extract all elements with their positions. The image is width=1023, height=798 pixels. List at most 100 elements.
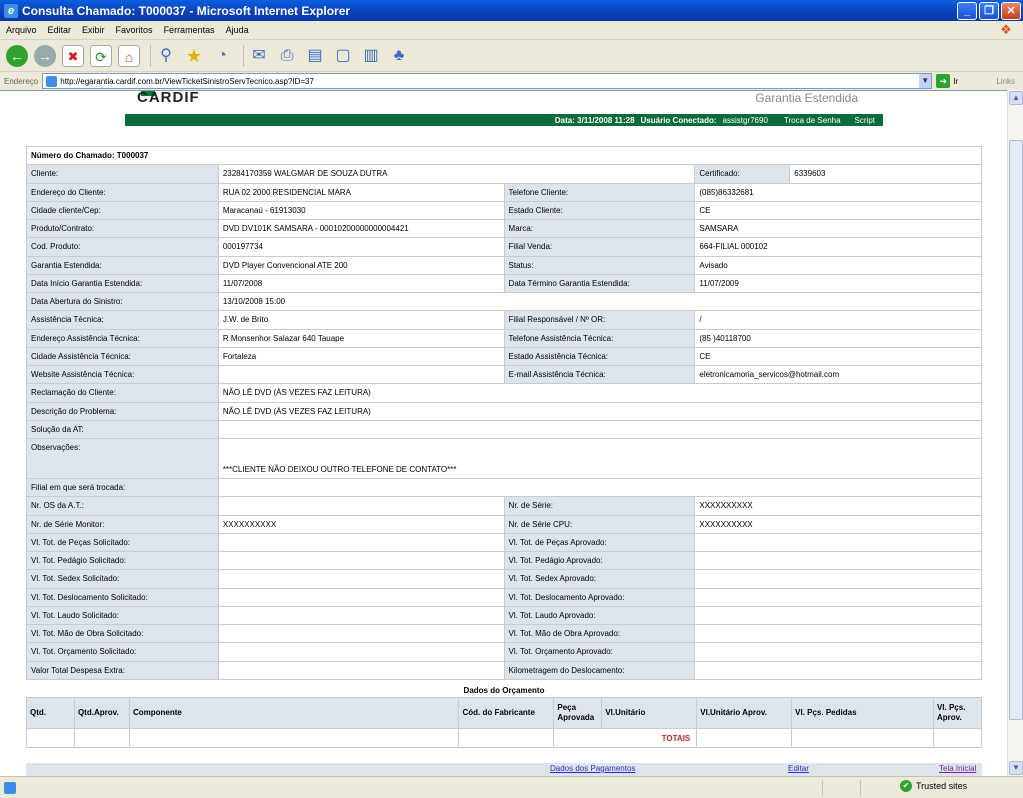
address-url[interactable]: http://egarantia.cardif.com.br/ViewTicke… xyxy=(60,77,919,86)
field-value: Fortaleza xyxy=(217,346,505,367)
field-value xyxy=(694,587,982,607)
field-label: Endereço Assistência Técnica: xyxy=(26,328,219,348)
menu-exibir[interactable]: Exibir xyxy=(82,25,105,35)
field-label: Nr. de Série: xyxy=(503,496,696,516)
forward-icon[interactable]: → xyxy=(34,44,56,67)
discuss-icon[interactable]: ▢ xyxy=(332,45,354,67)
close-button[interactable]: ✕ xyxy=(1001,1,1021,20)
field-label: Kilometragem do Deslocamento: xyxy=(503,660,696,680)
field-label: Vl. Tot. Mão de Obra Aprovado: xyxy=(503,623,696,644)
field-value: 11/07/2008 xyxy=(217,273,505,294)
field-value xyxy=(694,532,982,553)
go-arrow-icon[interactable]: ➜ xyxy=(936,74,951,88)
field-label: E-mail Assistência Técnica: xyxy=(503,364,696,385)
home-link[interactable]: Tela Inicial xyxy=(939,764,976,773)
scroll-down-icon[interactable]: ▼ xyxy=(1009,761,1023,775)
field-label: Estado Assistência Técnica: xyxy=(503,346,696,367)
ticket-row: Nr. de Série Monitor: XXXXXXXXXX Nr. de Sé… xyxy=(26,514,982,534)
budget-title: Dados do Orçamento xyxy=(463,686,545,695)
maximize-button[interactable]: ❐ xyxy=(979,1,999,20)
title-bar: e Consulta Chamado: T000037 - Microsoft … xyxy=(0,0,1023,21)
field-value xyxy=(217,660,505,680)
field-value xyxy=(217,496,505,516)
budget-cell xyxy=(26,728,75,748)
field-value: XXXXXXXXXX xyxy=(694,514,982,534)
connected-user-label: Usuário Conectado: xyxy=(640,115,717,125)
field-label: Nr. de Série Monitor: xyxy=(26,514,219,534)
ticket-row: Valor Total Despesa Extra: Kilometragem d… xyxy=(26,660,982,680)
print-icon[interactable]: ⎙ xyxy=(276,45,298,67)
field-value: R Monsenhor Salazar 640 Tauape xyxy=(217,328,505,348)
field-value: J.W. de Brito xyxy=(217,310,505,330)
field-label: Solução da AT: xyxy=(26,419,219,440)
toolbar-divider xyxy=(243,44,244,67)
field-value: 6339603 xyxy=(789,164,982,184)
menu-favoritos[interactable]: Favoritos xyxy=(116,25,153,35)
field-value: SAMSARA xyxy=(694,218,982,239)
field-value: RUA 02 2000 RESIDENCIAL MARA xyxy=(217,182,505,202)
menu-bar: Arquivo Editar Exibir Favoritos Ferramen… xyxy=(0,21,1023,40)
ticket-row: Data Início Garantia Estendida: 11/07/200… xyxy=(26,273,982,294)
change-password-link[interactable]: Troca de Senha xyxy=(784,116,841,125)
mail-icon[interactable]: ✉ xyxy=(248,45,270,67)
field-value xyxy=(217,419,983,440)
field-value xyxy=(217,587,505,607)
messenger-icon[interactable]: ♣ xyxy=(388,45,410,67)
ticket-row: Nr. OS da A.T.: Nr. de Série: XXXXXXXXXX xyxy=(26,496,982,516)
budget-column-header: Vl. Pçs. Pedidas xyxy=(791,697,934,729)
field-label: Marca: xyxy=(503,218,696,239)
field-value xyxy=(217,605,505,626)
menu-editar[interactable]: Editar xyxy=(48,25,72,35)
menu-arquivo[interactable]: Arquivo xyxy=(6,25,37,35)
field-label: Valor Total Despesa Extra: xyxy=(26,660,219,680)
back-icon[interactable]: ← xyxy=(6,44,28,67)
field-value: NÃO LÊ DVD (ÀS VEZES FAZ LEITURA) xyxy=(217,383,983,403)
field-label: Vl. Tot. Laudo Aprovado: xyxy=(503,605,696,626)
field-label: Produto/Contrato: xyxy=(26,218,219,239)
field-label: Descrição do Problema: xyxy=(26,401,219,421)
home-icon[interactable]: ⌂ xyxy=(118,44,140,67)
minimize-button[interactable]: _ xyxy=(957,1,977,20)
field-value: DVD Player Convencional ATE 200 xyxy=(217,255,505,275)
field-label: Vl. Tot. Laudo Solicitado: xyxy=(26,605,219,626)
refresh-icon[interactable]: ⟳ xyxy=(90,44,112,67)
payments-link[interactable]: Dados dos Pagamentos xyxy=(550,764,635,773)
scroll-thumb[interactable] xyxy=(1009,140,1023,720)
checkmark-icon: ✔ xyxy=(900,780,912,792)
field-label: Garantia Estendida: xyxy=(26,255,219,275)
history-icon[interactable]: ◔ xyxy=(211,45,233,67)
budget-cell xyxy=(932,728,983,748)
field-value: XXXXXXXXXX xyxy=(694,496,982,516)
ie-icon: e xyxy=(4,3,18,18)
edit-icon[interactable]: ▤ xyxy=(304,45,326,67)
vertical-scrollbar[interactable]: ▲ ▼ xyxy=(1007,90,1023,776)
stop-icon[interactable]: ✖ xyxy=(62,44,84,67)
search-icon[interactable]: ⚲ xyxy=(155,45,177,67)
ticket-row: Solução da AT: xyxy=(26,419,983,440)
edit-link[interactable]: Editar xyxy=(788,764,809,773)
links-button[interactable]: Links xyxy=(996,77,1015,86)
menu-ajuda[interactable]: Ajuda xyxy=(226,25,249,35)
field-label: Vl. Tot. de Peças Aprovado: xyxy=(503,532,696,553)
field-value: XXXXXXXXXX xyxy=(217,514,505,534)
research-icon[interactable]: ▥ xyxy=(360,45,382,67)
page-icon xyxy=(46,75,58,87)
favorites-icon[interactable]: ★ xyxy=(183,45,205,67)
field-value: Avisado xyxy=(694,255,982,275)
script-link[interactable]: Script xyxy=(855,116,875,125)
field-label: Cliente: xyxy=(26,164,219,184)
security-zone: ✔ Trusted sites xyxy=(900,780,967,792)
budget-column-header: Qtd. xyxy=(26,697,75,729)
field-label: Website Assistência Técnica: xyxy=(26,364,219,385)
connected-user: assistgr7690 xyxy=(722,115,768,125)
scroll-up-icon[interactable]: ▲ xyxy=(1009,91,1023,105)
go-button[interactable]: Ir xyxy=(953,77,958,86)
menu-ferramentas[interactable]: Ferramentas xyxy=(164,25,215,35)
zone-label: Trusted sites xyxy=(916,781,968,791)
field-value: ***CLIENTE NÃO DEIXOU OUTRO TELEFONE DE … xyxy=(217,438,983,479)
address-input[interactable]: http://egarantia.cardif.com.br/ViewTicke… xyxy=(42,73,933,89)
window-title: Consulta Chamado: T000037 - Microsoft In… xyxy=(22,3,351,18)
field-value: (085)86332681 xyxy=(694,182,982,202)
chevron-down-icon[interactable]: ▼ xyxy=(919,74,932,88)
browser-window: e Consulta Chamado: T000037 - Microsoft … xyxy=(0,0,1023,798)
